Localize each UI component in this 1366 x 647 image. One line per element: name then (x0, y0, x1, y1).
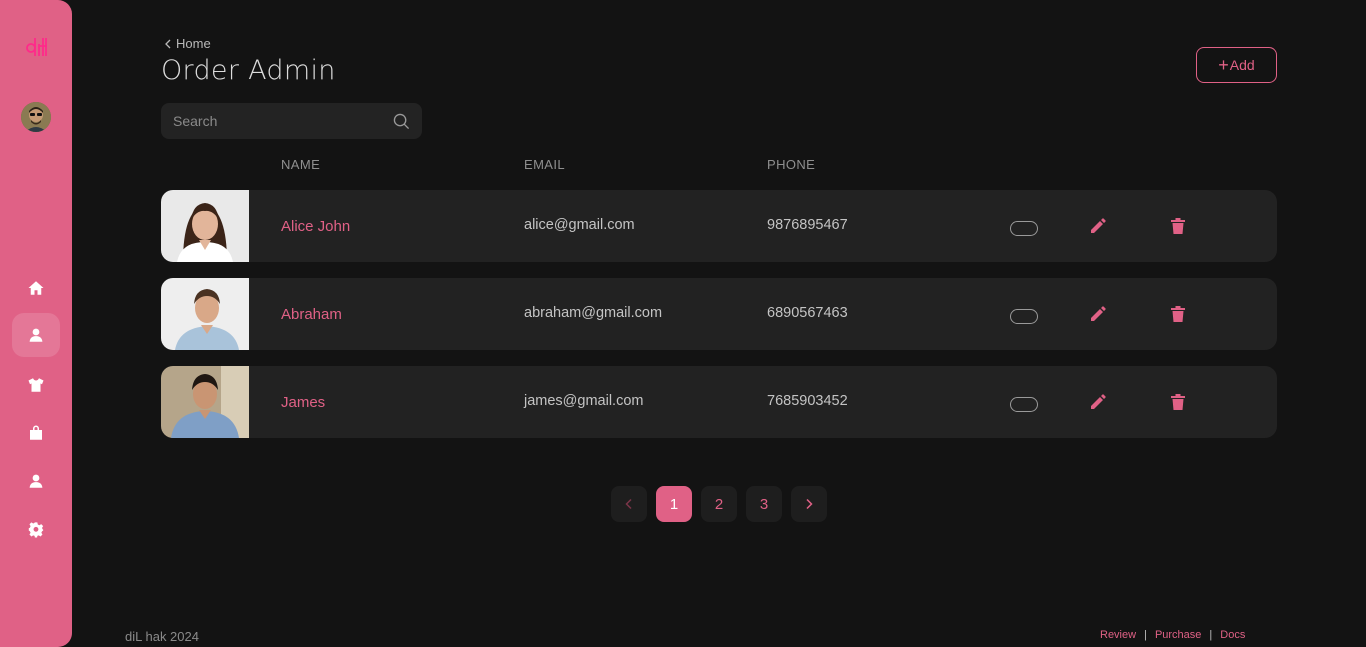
trash-icon (1171, 306, 1185, 322)
delete-button[interactable] (1170, 305, 1186, 323)
column-header-name[interactable]: NAME (281, 157, 320, 172)
pencil-icon (1091, 218, 1106, 233)
user-photo (161, 366, 249, 438)
delete-button[interactable] (1170, 393, 1186, 411)
column-header-phone[interactable]: PHONE (767, 157, 815, 172)
sidebar-item-profile[interactable] (12, 459, 60, 503)
sidebar-item-users[interactable] (12, 313, 60, 357)
footer-link-review[interactable]: Review (1100, 629, 1136, 641)
bag-icon (30, 425, 42, 440)
plus-icon: + (1218, 55, 1229, 75)
user-phone: 6890567463 (767, 305, 848, 321)
edit-button[interactable] (1089, 217, 1107, 235)
table-row: Abraham abraham@gmail.com 6890567463 (161, 278, 1277, 350)
breadcrumb[interactable]: Home (164, 36, 211, 51)
search-box (161, 103, 422, 139)
sidebar (0, 0, 72, 647)
footer-separator: | (1144, 629, 1147, 641)
pagination-page-1[interactable]: 1 (656, 486, 692, 522)
user-name[interactable]: Alice John (281, 218, 350, 235)
edit-button[interactable] (1089, 393, 1107, 411)
user-icon (29, 328, 43, 342)
user-name[interactable]: Abraham (281, 306, 342, 323)
table-row: James james@gmail.com 7685903452 (161, 366, 1277, 438)
sidebar-item-settings[interactable] (12, 508, 60, 552)
pencil-icon (1091, 394, 1106, 409)
logo[interactable] (24, 34, 50, 60)
pencil-icon (1091, 306, 1106, 321)
user-photo (161, 278, 249, 350)
footer-link-purchase[interactable]: Purchase (1155, 629, 1201, 641)
status-toggle[interactable] (1010, 397, 1038, 412)
chevron-right-icon (806, 498, 813, 510)
home-icon (28, 281, 44, 295)
user-email: abraham@gmail.com (524, 305, 663, 321)
footer-links: Review | Purchase | Docs (1100, 629, 1245, 641)
pagination-page-3[interactable]: 3 (746, 486, 782, 522)
gear-icon (28, 522, 44, 538)
chevron-left-icon (165, 39, 171, 48)
shirt-icon (28, 378, 44, 392)
page-title: Order Admin (161, 55, 336, 86)
footer-link-docs[interactable]: Docs (1220, 629, 1245, 641)
pagination-prev-button[interactable] (611, 486, 647, 522)
search-icon[interactable] (393, 113, 410, 130)
avatar[interactable] (21, 102, 51, 132)
edit-button[interactable] (1089, 305, 1107, 323)
sidebar-item-products[interactable] (12, 363, 60, 407)
table-row: Alice John alice@gmail.com 9876895467 (161, 190, 1277, 262)
chevron-left-icon (625, 498, 632, 510)
user-photo (161, 190, 249, 262)
user-phone: 9876895467 (767, 217, 848, 233)
breadcrumb-home[interactable]: Home (176, 36, 211, 51)
trash-icon (1171, 394, 1185, 410)
user-phone: 7685903452 (767, 393, 848, 409)
user-email: james@gmail.com (524, 393, 644, 409)
footer-separator: | (1209, 629, 1213, 641)
pagination-page-2[interactable]: 2 (701, 486, 737, 522)
footer-copyright: diL hak 2024 (125, 629, 199, 644)
add-button[interactable]: + Add (1196, 47, 1277, 83)
user-icon (29, 474, 43, 488)
status-toggle[interactable] (1010, 309, 1038, 324)
status-toggle[interactable] (1010, 221, 1038, 236)
sidebar-item-home[interactable] (12, 266, 60, 310)
column-header-email[interactable]: EMAIL (524, 157, 565, 172)
delete-button[interactable] (1170, 217, 1186, 235)
user-name[interactable]: James (281, 394, 325, 411)
add-button-label: Add (1229, 57, 1255, 73)
sidebar-item-orders[interactable] (12, 411, 60, 455)
trash-icon (1171, 218, 1185, 234)
search-input[interactable] (173, 113, 393, 129)
pagination-next-button[interactable] (791, 486, 827, 522)
user-email: alice@gmail.com (524, 217, 635, 233)
